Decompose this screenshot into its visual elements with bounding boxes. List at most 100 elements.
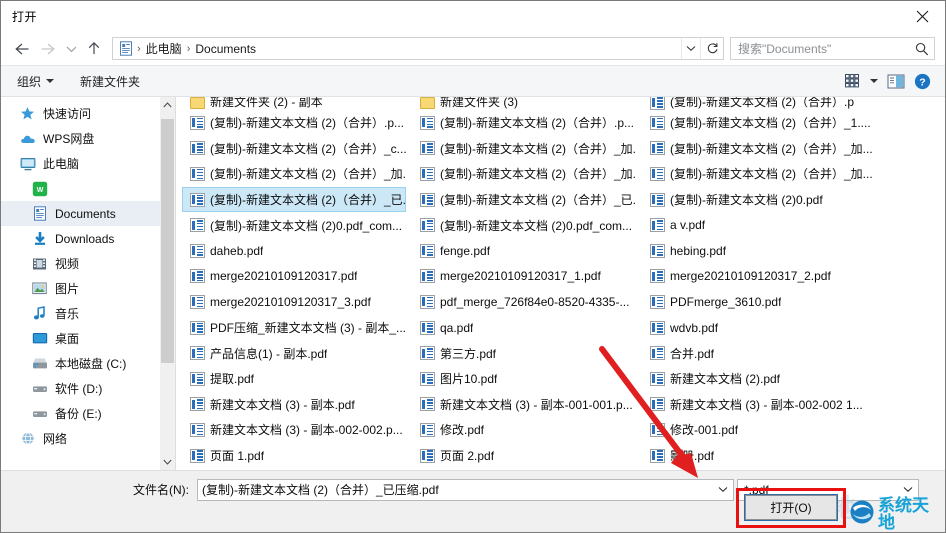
file-list-item[interactable]: 新建文本文档 (2).pdf (642, 366, 876, 392)
filename-dropdown-icon[interactable] (714, 486, 731, 493)
file-list-item[interactable]: merge20210109120317_1.pdf (412, 264, 636, 290)
file-list-item[interactable]: 新建文本文档 (3) - 副本.pdf (182, 392, 406, 418)
file-list-item[interactable]: 修改-001.pdf (642, 417, 876, 443)
sidebar-scroll-track[interactable] (160, 113, 175, 454)
sidebar-item-此电脑[interactable]: 此电脑 (1, 151, 175, 176)
scroll-up-icon[interactable] (160, 97, 175, 113)
file-list-item[interactable]: a v.pdf (642, 212, 876, 238)
file-list-item[interactable]: (复制)-新建文本文档 (2)（合并）.p... (412, 110, 636, 136)
file-list-item[interactable]: 修改.pdf (412, 417, 636, 443)
search-input[interactable] (738, 41, 914, 56)
file-list-item[interactable]: 影册.pdf (642, 443, 876, 469)
breadcrumb-separator: › (186, 42, 191, 55)
new-folder-button[interactable]: 新建文件夹 (78, 70, 148, 93)
sidebar-item-软件 (D:)[interactable]: 软件 (D:) (1, 376, 175, 401)
filename-field[interactable] (197, 478, 734, 501)
sidebar-item-视频[interactable]: 视频 (1, 251, 175, 276)
file-list-item[interactable]: (复制)-新建文本文档 (2)（合并）_c... (182, 136, 406, 162)
sidebar-item-音乐[interactable]: 音乐 (1, 301, 175, 326)
forward-icon[interactable] (35, 36, 61, 62)
organize-button[interactable]: 组织 (15, 70, 62, 93)
view-dropdown-icon[interactable] (865, 69, 883, 93)
file-list-item[interactable]: merge20210109120317_2.pdf (642, 264, 876, 290)
sidebar-item-wps[interactable]: W (1, 176, 175, 201)
file-list-item[interactable]: wdvb.pdf (642, 315, 876, 341)
file-list-item[interactable]: (复制)-新建文本文档 (2)0.pdf_com... (182, 212, 406, 238)
file-list-item[interactable]: merge20210109120317.pdf (182, 264, 406, 290)
file-list-item[interactable]: (复制)-新建文本文档 (2)（合并）_加... (642, 136, 876, 162)
file-list-item[interactable]: (复制)-新建文本文档 (2)（合并）.p (642, 97, 876, 110)
grid-view-icon[interactable] (839, 69, 865, 93)
file-list-item[interactable]: 新建文本文档 (3) - 副本-001-001.p... (412, 392, 636, 418)
file-list-item[interactable]: (复制)-新建文本文档 (2)（合并）_已... (412, 187, 636, 213)
pdf-icon (419, 320, 435, 335)
open-button[interactable]: 打开(O) (744, 494, 838, 521)
back-icon[interactable] (9, 36, 35, 62)
breadcrumb-item-0[interactable]: 此电脑 (143, 40, 185, 57)
dialog-body: 快速访问 WPS网盘 此电脑 W Documents Downloads 视频图片音乐 桌面本… (1, 97, 945, 470)
file-list-item[interactable]: 新建文本文档 (3) - 副本-002-002 1... (642, 392, 876, 418)
file-list-item[interactable]: (复制)-新建文本文档 (2)0.pdf (642, 187, 876, 213)
sidebar-item-WPS网盘[interactable]: WPS网盘 (1, 126, 175, 151)
file-list-item[interactable]: 新建文件夹 (2) - 副本 (182, 97, 406, 110)
close-icon[interactable] (899, 1, 945, 32)
breadcrumb: › 此电脑 › Documents (113, 40, 681, 58)
file-list-item[interactable]: (复制)-新建文本文档 (2)0.pdf_com... (412, 212, 636, 238)
recent-locations-icon[interactable] (61, 36, 81, 62)
refresh-icon[interactable] (700, 38, 723, 59)
file-list-item[interactable]: daheb.pdf (182, 238, 406, 264)
file-list-item[interactable]: (复制)-新建文本文档 (2)（合并）_加... (642, 161, 876, 187)
file-list-item[interactable]: 提取.pdf (182, 366, 406, 392)
sidebar-item-图片[interactable]: 图片 (1, 276, 175, 301)
file-name: 页面 1.pdf (210, 449, 265, 464)
desktop-icon (31, 331, 48, 347)
file-list-item[interactable]: 图片10.pdf (412, 366, 636, 392)
file-list-item[interactable]: 产品信息(1) - 副本.pdf (182, 340, 406, 366)
up-icon[interactable] (81, 36, 107, 62)
file-list-item[interactable]: PDF压缩_新建文本文档 (3) - 副本_... (182, 315, 406, 341)
filetype-dropdown-icon[interactable] (899, 486, 916, 493)
sidebar-item-桌面[interactable]: 桌面 (1, 326, 175, 351)
pdf-icon (189, 320, 205, 335)
help-icon[interactable]: ? (909, 69, 935, 93)
breadcrumb-item-1[interactable]: Documents (192, 42, 259, 56)
sidebar-item-网络[interactable]: 网络 (1, 426, 175, 451)
file-list-item[interactable]: 新建文本文档 (3) - 副本-002-002.p... (182, 417, 406, 443)
sidebar-item-备份 (E:)[interactable]: 备份 (E:) (1, 401, 175, 426)
watermark-text: 系统天地 (878, 496, 929, 532)
file-list-item[interactable]: qa.pdf (412, 315, 636, 341)
file-list-item[interactable]: PDFmerge_3610.pdf (642, 289, 876, 315)
file-list-item[interactable]: (复制)-新建文本文档 (2)（合并）_加... (182, 161, 406, 187)
file-list-item[interactable]: 新建文件夹 (3) (412, 97, 636, 110)
file-list-item[interactable]: 第三方.pdf (412, 340, 636, 366)
file-list-item[interactable]: (复制)-新建文本文档 (2)（合并）_加... (412, 161, 636, 187)
scroll-down-icon[interactable] (160, 454, 175, 470)
organize-label: 组织 (17, 74, 42, 89)
sidebar-item-本地磁盘 (C:)[interactable]: 本地磁盘 (C:) (1, 351, 175, 376)
sidebar-item-label: 图片 (55, 282, 80, 296)
file-list-item[interactable]: fenge.pdf (412, 238, 636, 264)
sidebar-scroll-thumb[interactable] (161, 119, 174, 363)
sidebar-item-Documents[interactable]: Documents (1, 201, 175, 226)
preview-pane-icon[interactable] (883, 69, 909, 93)
file-list-item[interactable]: 页面 2.pdf (412, 443, 636, 469)
filename-input[interactable] (202, 482, 714, 497)
sidebar-item-Downloads[interactable]: Downloads (1, 226, 175, 251)
sidebar-scrollbar[interactable] (160, 97, 175, 470)
file-list-item[interactable]: 页面 1.pdf (182, 443, 406, 469)
file-list-item[interactable]: (复制)-新建文本文档 (2)（合并）_1.... (642, 110, 876, 136)
search-box[interactable] (730, 37, 935, 60)
file-list-item[interactable]: merge20210109120317_3.pdf (182, 289, 406, 315)
file-name: 新建文本文档 (3) - 副本.pdf (210, 397, 355, 412)
address-dropdown-icon[interactable] (681, 38, 700, 59)
file-list-item[interactable]: (复制)-新建文本文档 (2)（合并）.p... (182, 110, 406, 136)
address-bar[interactable]: › 此电脑 › Documents (112, 37, 724, 60)
file-list-item[interactable]: pdf_merge_726f84e0-8520-4335-... (412, 289, 636, 315)
file-list-item-selected[interactable]: (复制)-新建文本文档 (2)（合并）_已... (182, 186, 406, 213)
file-list-item[interactable]: (复制)-新建文本文档 (2)（合并）_加... (412, 136, 636, 162)
file-list-view[interactable]: 新建文件夹 (2) - 副本 (复制)-新建文本文档 (2)（合并）.p... (复… (175, 97, 945, 470)
file-name: (复制)-新建文本文档 (2)（合并）_加... (440, 167, 636, 182)
sidebar-item-快速访问[interactable]: 快速访问 (1, 101, 175, 126)
file-list-item[interactable]: 合并.pdf (642, 340, 876, 366)
file-list-item[interactable]: hebing.pdf (642, 238, 876, 264)
